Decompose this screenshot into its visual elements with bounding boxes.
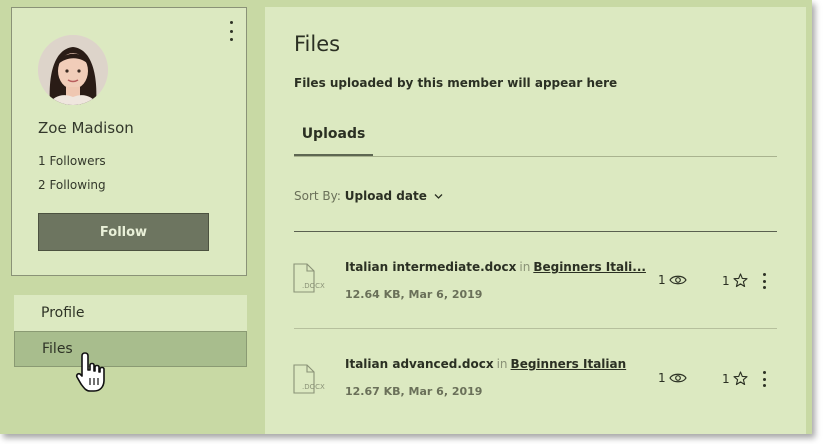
more-vertical-icon[interactable]	[760, 371, 768, 387]
views-value: 1	[658, 273, 666, 287]
in-label: in	[519, 260, 531, 274]
folder-link[interactable]: Beginners Itali...	[533, 260, 646, 274]
file-name-text: Italian advanced.docx	[345, 357, 494, 371]
chevron-down-icon	[434, 192, 443, 203]
page-subtitle: Files uploaded by this member will appea…	[294, 76, 618, 90]
more-vertical-icon[interactable]	[226, 21, 236, 41]
file-icon: .DOCX	[293, 263, 331, 293]
sort-value: Upload date	[344, 189, 427, 203]
nav-item-profile[interactable]: Profile	[14, 295, 247, 331]
in-label: in	[496, 357, 508, 371]
file-name: Italian advanced.docx in Beginners Italian	[345, 357, 626, 371]
nav-item-files[interactable]: Files	[14, 331, 247, 367]
eye-icon	[668, 275, 687, 285]
views-count: 1	[658, 273, 687, 287]
star-icon[interactable]	[733, 273, 748, 288]
svg-text:.DOCX: .DOCX	[302, 282, 325, 290]
avatar	[38, 35, 108, 105]
star-icon[interactable]	[733, 371, 748, 386]
row-divider	[294, 328, 777, 329]
svg-text:.DOCX: .DOCX	[302, 383, 325, 391]
following-count[interactable]: 2 Following	[38, 178, 106, 192]
star-count[interactable]: 1	[722, 371, 748, 386]
views-value: 1	[658, 371, 666, 385]
file-name-text: Italian intermediate.docx	[345, 260, 517, 274]
files-panel: Files Files uploaded by this member will…	[265, 7, 806, 434]
more-vertical-icon[interactable]	[760, 273, 768, 289]
tab-divider	[294, 156, 777, 157]
window: Zoe Madison 1 Followers 2 Following Foll…	[0, 0, 812, 434]
file-meta: 12.64 KB, Mar 6, 2019	[345, 288, 483, 301]
eye-icon	[668, 373, 687, 383]
file-icon: .DOCX	[293, 364, 331, 394]
sort-label: Sort By:	[294, 189, 341, 203]
stars-value: 1	[722, 273, 730, 288]
sort-dropdown[interactable]: Sort By: Upload date	[294, 189, 443, 203]
list-divider	[294, 231, 777, 232]
profile-card: Zoe Madison 1 Followers 2 Following Foll…	[11, 7, 247, 276]
page-title: Files	[294, 32, 341, 56]
file-name: Italian intermediate.docx in Beginners Ita…	[345, 260, 646, 274]
tab-uploads[interactable]: Uploads	[294, 120, 373, 157]
file-meta: 12.67 KB, Mar 6, 2019	[345, 385, 483, 398]
views-count: 1	[658, 371, 687, 385]
follow-button[interactable]: Follow	[38, 213, 209, 251]
stars-value: 1	[722, 371, 730, 386]
followers-count[interactable]: 1 Followers	[38, 154, 106, 168]
hand-cursor-icon	[74, 350, 108, 400]
folder-link[interactable]: Beginners Italian	[511, 357, 627, 371]
member-name: Zoe Madison	[38, 119, 134, 137]
star-count[interactable]: 1	[722, 273, 748, 288]
